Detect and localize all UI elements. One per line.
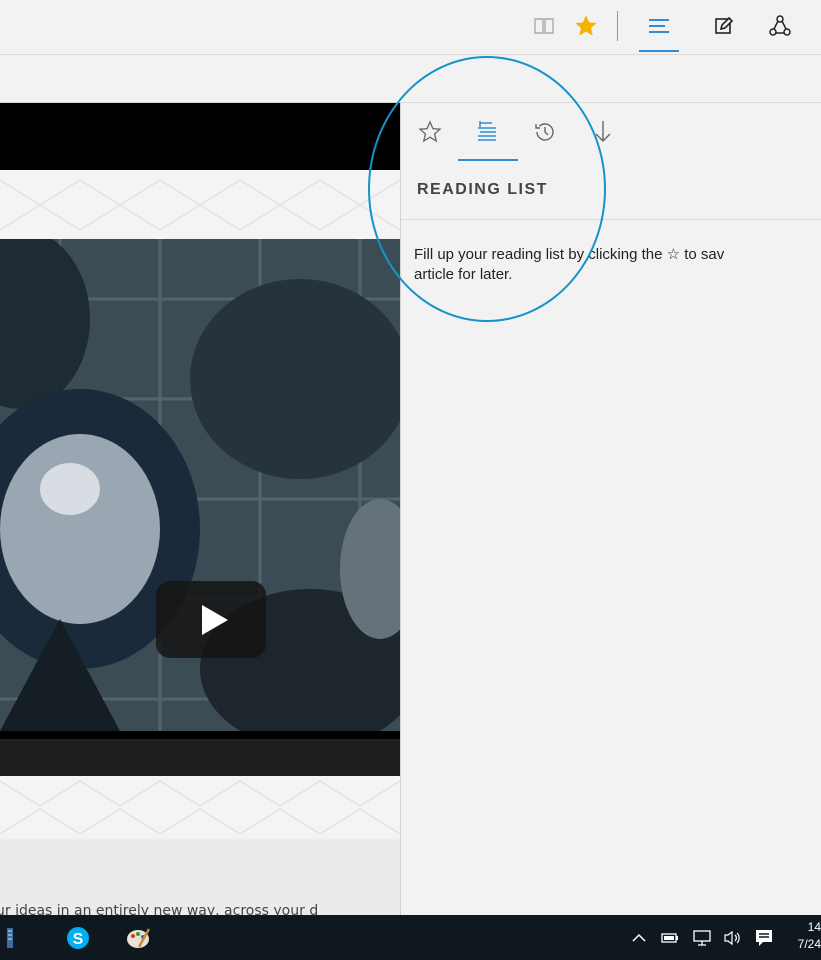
reading-view-icon[interactable]	[528, 10, 560, 42]
play-button[interactable]	[156, 581, 266, 658]
toolbar-separator	[617, 11, 618, 41]
skype-icon[interactable]: S	[58, 915, 98, 960]
taskbar-clock[interactable]: 14 7/24	[786, 919, 821, 953]
favorite-star-icon[interactable]	[570, 10, 602, 42]
video-control-bar[interactable]	[0, 731, 400, 776]
windows-taskbar: S 14 7/24	[0, 915, 821, 960]
hub-icon[interactable]	[643, 10, 675, 42]
reading-list-empty-message: Fill up your reading list by clicking th…	[414, 245, 821, 285]
browser-toolbar	[0, 0, 821, 55]
reading-list-active-indicator	[458, 159, 518, 161]
hexagon-pattern-band-bottom	[0, 776, 400, 839]
history-icon[interactable]	[527, 115, 563, 149]
web-note-icon[interactable]	[708, 10, 740, 42]
page-body-text: ur ideas in an entirely new way, across …	[0, 904, 319, 915]
hub-pane: READING LIST Fill up your reading list b…	[400, 103, 821, 915]
clock-time: 14	[807, 920, 821, 934]
page-header-bar	[0, 103, 400, 170]
clock-date: 7/24	[797, 937, 821, 951]
network-icon[interactable]	[688, 915, 716, 960]
downloads-icon[interactable]	[585, 115, 621, 149]
hub-divider	[401, 219, 821, 220]
reading-list-icon[interactable]	[469, 115, 505, 149]
video-player[interactable]	[0, 239, 400, 731]
hexagon-pattern-band	[0, 170, 400, 240]
hub-active-indicator	[639, 50, 679, 52]
chevron-up-icon[interactable]	[626, 915, 652, 960]
battery-icon[interactable]	[656, 915, 684, 960]
volume-icon[interactable]	[719, 915, 747, 960]
empty-message-line-2: article for later.	[414, 266, 513, 283]
svg-text:S: S	[73, 931, 84, 948]
taskbar-app-icon[interactable]	[0, 915, 20, 960]
favorites-icon[interactable]	[412, 115, 448, 149]
reading-list-title: READING LIST	[417, 181, 548, 198]
paint-icon[interactable]	[118, 915, 158, 960]
address-bar-area	[0, 55, 821, 103]
empty-message-line-1: Fill up your reading list by clicking th…	[414, 246, 725, 263]
share-icon[interactable]	[764, 10, 796, 42]
action-center-icon[interactable]	[750, 915, 778, 960]
web-page: ur ideas in an entirely new way, across …	[0, 103, 400, 915]
